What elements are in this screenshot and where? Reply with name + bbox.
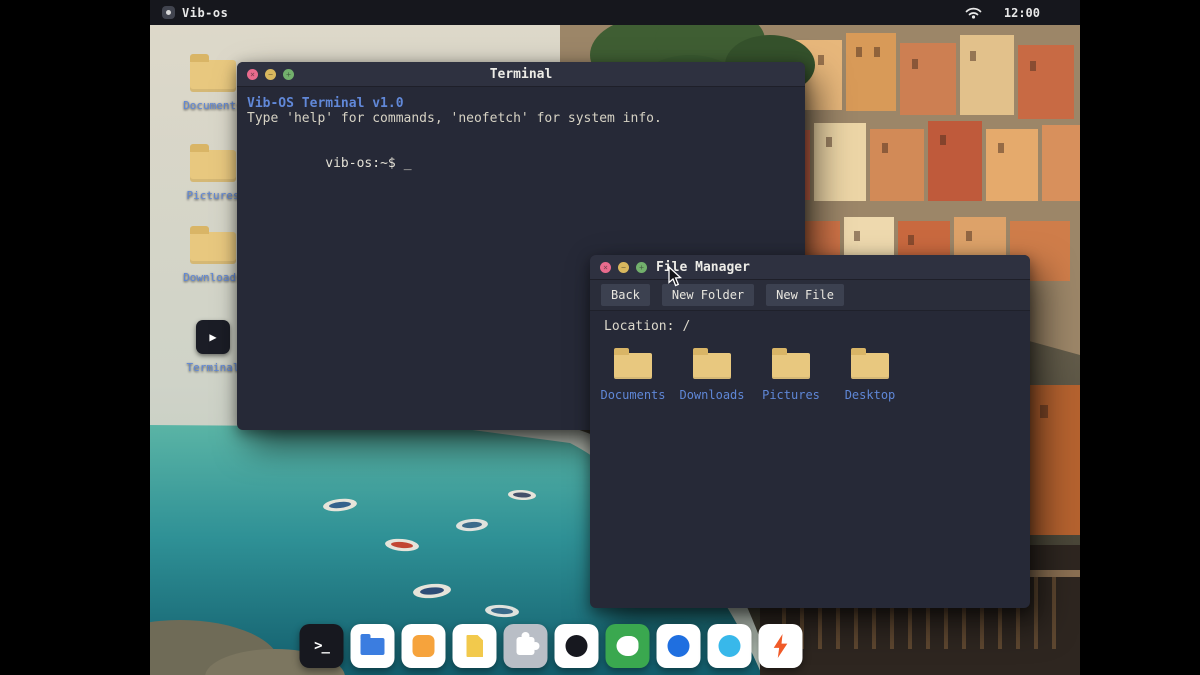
- folder-icon: [851, 353, 889, 379]
- system-menu[interactable]: Vib-os: [182, 6, 228, 20]
- screen: Vib-os 12:00 Documents Pictures Download…: [0, 0, 1200, 675]
- terminal-prompt-icon: >_: [314, 638, 329, 654]
- maximize-button[interactable]: +: [636, 262, 647, 273]
- blue-circle-icon: [668, 635, 690, 657]
- folder-icon: [614, 353, 652, 379]
- close-button[interactable]: ×: [247, 69, 258, 80]
- clock: 12:00: [1004, 6, 1040, 20]
- minimize-button[interactable]: −: [265, 69, 276, 80]
- location-bar: Location: /: [590, 311, 1030, 336]
- fm-folder-downloads[interactable]: Downloads: [677, 346, 747, 402]
- white-blob-icon: [617, 636, 639, 656]
- maximize-button[interactable]: +: [283, 69, 294, 80]
- desktop-icon-label: Documents: [183, 99, 243, 112]
- file-manager-toolbar: Back New Folder New File: [590, 280, 1030, 311]
- dock-item-blue-circle-app[interactable]: [657, 624, 701, 668]
- logo-dot: [166, 10, 171, 15]
- dock-item-text-editor[interactable]: [453, 624, 497, 668]
- system-logo-icon[interactable]: [162, 6, 175, 19]
- orange-rounded-square-icon: [413, 635, 435, 657]
- topbar: Vib-os 12:00: [150, 0, 1080, 25]
- lightning-bolt-icon: [772, 634, 789, 658]
- fm-folder-label: Pictures: [762, 388, 820, 402]
- file-manager-title: File Manager: [656, 260, 750, 275]
- puzzle-piece-icon: [517, 637, 535, 655]
- dock: >_: [300, 624, 803, 668]
- black-circle-icon: [566, 635, 588, 657]
- fm-folder-pictures[interactable]: Pictures: [756, 346, 826, 402]
- new-folder-button[interactable]: New Folder: [662, 284, 754, 306]
- terminal-help-line: Type 'help' for commands, 'neofetch' for…: [247, 111, 795, 126]
- dock-item-black-circle-app[interactable]: [555, 624, 599, 668]
- wifi-icon[interactable]: [965, 6, 982, 19]
- folder-icon: [772, 353, 810, 379]
- dock-item-files[interactable]: [351, 624, 395, 668]
- desktop-icon-label: Pictures: [187, 189, 240, 202]
- location-path: /: [682, 319, 690, 334]
- new-file-button[interactable]: New File: [766, 284, 844, 306]
- dock-item-orange-app[interactable]: [402, 624, 446, 668]
- terminal-banner-line: Vib-OS Terminal v1.0: [247, 96, 795, 111]
- cyan-circle-icon: [719, 635, 741, 657]
- folder-icon: [693, 353, 731, 379]
- fm-folder-label: Documents: [600, 388, 665, 402]
- minimize-button[interactable]: −: [618, 262, 629, 273]
- play-arrow-icon: ▶: [209, 330, 216, 344]
- blue-folder-icon: [361, 638, 385, 655]
- folder-icon: [190, 232, 236, 264]
- dock-item-extensions[interactable]: [504, 624, 548, 668]
- terminal-titlebar[interactable]: × − + Terminal: [237, 62, 805, 87]
- window-controls: × − +: [600, 262, 647, 273]
- file-manager-titlebar[interactable]: × − + File Manager: [590, 255, 1030, 280]
- folder-icon: [190, 150, 236, 182]
- dock-item-green-app[interactable]: [606, 624, 650, 668]
- fm-folder-label: Downloads: [679, 388, 744, 402]
- dock-item-cyan-circle-app[interactable]: [708, 624, 752, 668]
- terminal-icon: ▶: [196, 320, 230, 354]
- dock-item-terminal[interactable]: >_: [300, 624, 344, 668]
- close-button[interactable]: ×: [600, 262, 611, 273]
- fm-folder-desktop[interactable]: Desktop: [835, 346, 905, 402]
- file-manager-window: × − + File Manager Back New Folder New F…: [590, 255, 1030, 608]
- window-controls: × − +: [247, 69, 294, 80]
- fm-folder-documents[interactable]: Documents: [598, 346, 668, 402]
- terminal-prompt-row[interactable]: vib-os:~$ _: [247, 141, 795, 186]
- fm-folder-label: Desktop: [845, 388, 896, 402]
- file-grid: Documents Downloads Pictures Desktop: [590, 336, 1030, 402]
- terminal-cursor: _: [404, 156, 412, 171]
- terminal-prompt: vib-os:~$: [325, 156, 395, 171]
- folder-icon: [190, 60, 236, 92]
- terminal-title: Terminal: [237, 67, 805, 82]
- dock-item-power[interactable]: [759, 624, 803, 668]
- back-button[interactable]: Back: [601, 284, 650, 306]
- yellow-document-icon: [466, 635, 483, 657]
- desktop-icon-label: Downloads: [183, 271, 243, 284]
- desktop-icon-label: Terminal: [187, 361, 240, 374]
- location-label: Location:: [604, 319, 674, 334]
- desktop: Vib-os 12:00 Documents Pictures Download…: [150, 0, 1080, 675]
